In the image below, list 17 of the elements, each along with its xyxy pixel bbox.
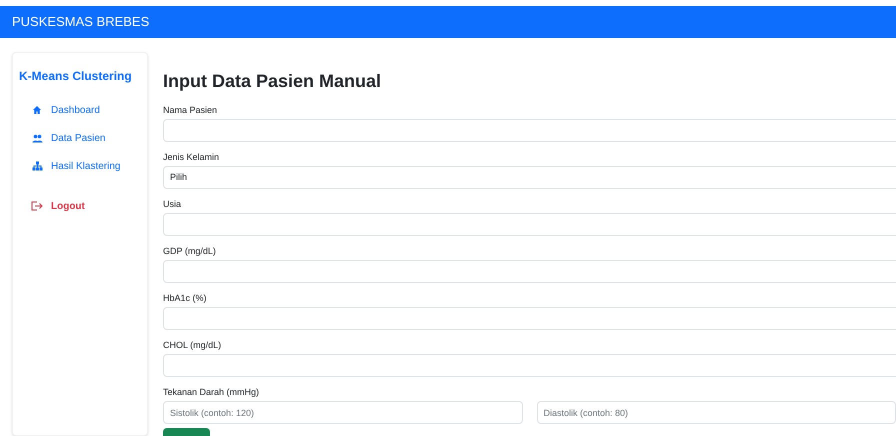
field-label: Jenis Kelamin [163,151,220,163]
sidebar-link[interactable]: Hasil Klastering [31,155,141,177]
select-field[interactable]: Pilih [163,166,896,189]
field-label: GDP (mg/dL) [163,245,217,257]
field-label: HbA1c (%) [163,292,208,304]
field-label: Tekanan Darah (mmHg) [163,386,260,398]
input-field[interactable]: Sistolik (contoh: 120) [163,401,522,424]
field-label: CHOL (mg/dL) [163,339,222,351]
input-field[interactable]: Diastolik (contoh: 80) [536,401,896,424]
page-title: Input Data Pasien Manual [163,70,382,93]
field-label: Usia [163,198,182,210]
sidebar-link[interactable]: Dashboard [31,99,141,121]
navbar-brand[interactable]: PUSKESMAS BREBES [12,12,150,32]
logout-link[interactable]: Logout [31,195,141,217]
sidebar-title: K-Means Clustering [19,68,133,85]
sidebar-link[interactable]: Data Pasien [31,127,141,149]
field-label: Nama Pasien [163,104,218,116]
